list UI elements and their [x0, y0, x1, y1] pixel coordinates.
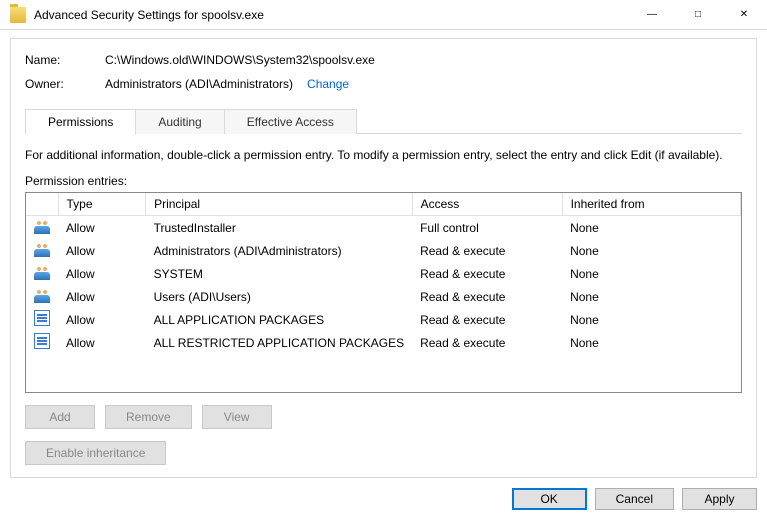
instruction-text: For additional information, double-click…	[25, 148, 742, 162]
permission-entries-table[interactable]: Type Principal Access Inherited from All…	[25, 192, 742, 393]
cell-access: Read & execute	[412, 285, 562, 308]
users-icon	[34, 264, 50, 280]
cell-access: Read & execute	[412, 331, 562, 354]
cell-access: Full control	[412, 216, 562, 240]
cell-access: Read & execute	[412, 308, 562, 331]
owner-value: Administrators (ADI\Administrators)	[105, 77, 293, 91]
dialog-footer: OK Cancel Apply	[10, 478, 757, 510]
tab-auditing[interactable]: Auditing	[135, 109, 224, 134]
maximize-button[interactable]: □	[675, 0, 721, 30]
table-row[interactable]: AllowAdministrators (ADI\Administrators)…	[26, 239, 741, 262]
col-access[interactable]: Access	[412, 193, 562, 216]
cell-type: Allow	[58, 239, 146, 262]
cell-inherited: None	[562, 262, 740, 285]
change-owner-link[interactable]: Change	[307, 77, 349, 91]
package-icon	[34, 310, 50, 326]
cell-principal: TrustedInstaller	[146, 216, 413, 240]
cell-principal: Users (ADI\Users)	[146, 285, 413, 308]
enable-inheritance-button[interactable]: Enable inheritance	[25, 441, 166, 465]
col-principal[interactable]: Principal	[146, 193, 413, 216]
cell-access: Read & execute	[412, 262, 562, 285]
add-button[interactable]: Add	[25, 405, 95, 429]
col-type[interactable]: Type	[58, 193, 146, 216]
name-label: Name:	[25, 53, 105, 67]
cell-principal: Administrators (ADI\Administrators)	[146, 239, 413, 262]
cell-access: Read & execute	[412, 239, 562, 262]
cell-type: Allow	[58, 285, 146, 308]
folder-icon	[10, 7, 26, 23]
cancel-button[interactable]: Cancel	[595, 488, 674, 510]
view-button[interactable]: View	[202, 405, 272, 429]
users-icon	[34, 218, 50, 234]
tab-bar: Permissions Auditing Effective Access	[25, 109, 742, 134]
col-inherited[interactable]: Inherited from	[562, 193, 740, 216]
cell-principal: SYSTEM	[146, 262, 413, 285]
window-title: Advanced Security Settings for spoolsv.e…	[34, 8, 629, 22]
cell-type: Allow	[58, 331, 146, 354]
cell-type: Allow	[58, 308, 146, 331]
owner-label: Owner:	[25, 77, 105, 91]
minimize-button[interactable]: ―	[629, 0, 675, 30]
content-panel: Name: C:\Windows.old\WINDOWS\System32\sp…	[10, 38, 757, 478]
apply-button[interactable]: Apply	[682, 488, 757, 510]
name-value: C:\Windows.old\WINDOWS\System32\spoolsv.…	[105, 53, 375, 67]
table-row[interactable]: AllowUsers (ADI\Users)Read & executeNone	[26, 285, 741, 308]
tab-effective-access[interactable]: Effective Access	[224, 109, 357, 134]
table-row[interactable]: AllowTrustedInstallerFull controlNone	[26, 216, 741, 240]
cell-inherited: None	[562, 331, 740, 354]
cell-type: Allow	[58, 262, 146, 285]
table-row[interactable]: AllowALL RESTRICTED APPLICATION PACKAGES…	[26, 331, 741, 354]
ok-button[interactable]: OK	[512, 488, 587, 510]
cell-principal: ALL APPLICATION PACKAGES	[146, 308, 413, 331]
cell-inherited: None	[562, 308, 740, 331]
cell-inherited: None	[562, 285, 740, 308]
cell-type: Allow	[58, 216, 146, 240]
users-icon	[34, 241, 50, 257]
cell-inherited: None	[562, 239, 740, 262]
titlebar: Advanced Security Settings for spoolsv.e…	[0, 0, 767, 30]
package-icon	[34, 333, 50, 349]
entries-label: Permission entries:	[25, 174, 742, 188]
table-row[interactable]: AllowSYSTEMRead & executeNone	[26, 262, 741, 285]
close-button[interactable]: ✕	[721, 0, 767, 30]
remove-button[interactable]: Remove	[105, 405, 192, 429]
users-icon	[34, 287, 50, 303]
cell-principal: ALL RESTRICTED APPLICATION PACKAGES	[146, 331, 413, 354]
tab-permissions[interactable]: Permissions	[25, 109, 136, 135]
cell-inherited: None	[562, 216, 740, 240]
table-row[interactable]: AllowALL APPLICATION PACKAGESRead & exec…	[26, 308, 741, 331]
